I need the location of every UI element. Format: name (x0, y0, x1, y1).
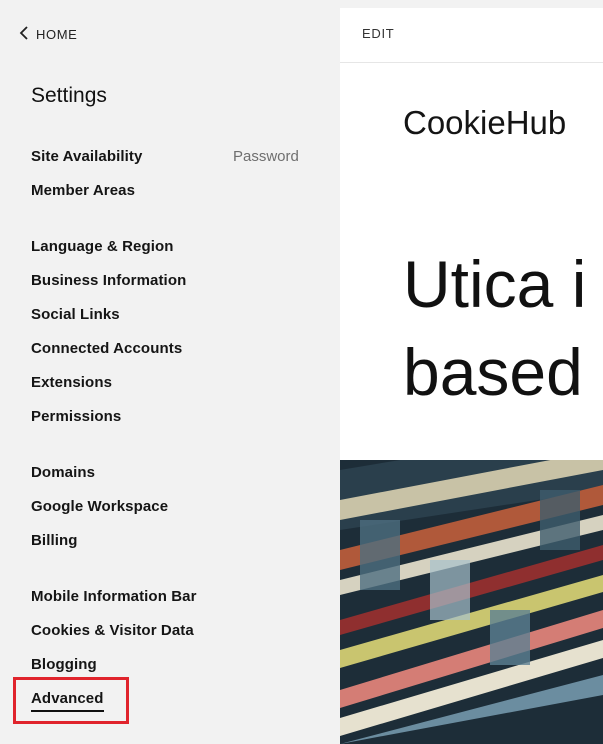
highlight-box (13, 677, 129, 724)
menu-item-cookies-visitor-data[interactable]: Cookies & Visitor Data (31, 622, 194, 640)
menu-item-site-availability[interactable]: Site Availability (31, 148, 142, 166)
site-brand: CookieHub (403, 104, 567, 141)
menu-item-language-region[interactable]: Language & Region (31, 238, 174, 256)
menu-item-blogging[interactable]: Blogging (31, 656, 97, 674)
hero-heading: Utica i based (403, 240, 586, 416)
menu-item-member-areas[interactable]: Member Areas (31, 182, 135, 200)
home-link[interactable]: HOME (18, 24, 77, 44)
page-title: Settings (31, 84, 107, 107)
home-link-label: HOME (36, 26, 78, 42)
menu-item-business-information[interactable]: Business Information (31, 272, 186, 290)
site-availability-status: Password (233, 148, 299, 165)
hero-heading-line-1: Utica i (403, 247, 587, 321)
menu-item-domains[interactable]: Domains (31, 464, 95, 482)
menu-item-google-workspace[interactable]: Google Workspace (31, 498, 168, 516)
preview-toolbar: EDIT (340, 8, 603, 63)
edit-button[interactable]: EDIT (362, 26, 394, 41)
menu-item-extensions[interactable]: Extensions (31, 374, 112, 392)
menu-item-social-links[interactable]: Social Links (31, 306, 120, 324)
settings-sidebar: HOME Settings Site Availability Password… (0, 0, 340, 744)
hero-image (340, 450, 603, 744)
site-preview: EDIT CookieHub Utica i based (340, 8, 603, 744)
chevron-left-icon (18, 25, 30, 43)
hero-heading-line-2: based (403, 335, 583, 409)
menu-item-connected-accounts[interactable]: Connected Accounts (31, 340, 182, 358)
menu-item-billing[interactable]: Billing (31, 532, 78, 550)
menu-item-permissions[interactable]: Permissions (31, 408, 121, 426)
menu-item-mobile-information-bar[interactable]: Mobile Information Bar (31, 588, 197, 606)
